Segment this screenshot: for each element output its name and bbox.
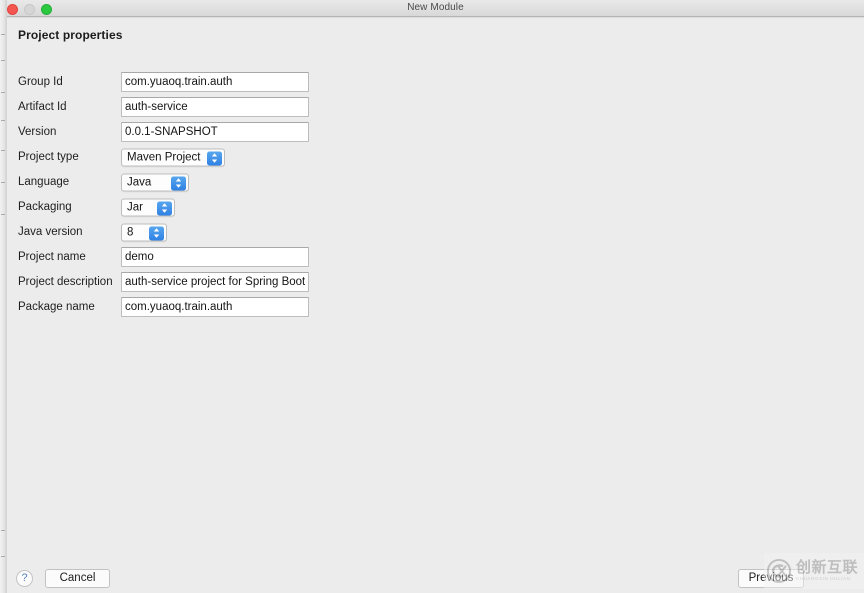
form-row-project-name: Project name bbox=[7, 244, 864, 269]
cancel-button[interactable]: Cancel bbox=[45, 569, 110, 588]
form-row-package-name: Package name bbox=[7, 294, 864, 319]
field-wrap-project-description bbox=[121, 271, 309, 292]
form-row-artifact-id: Artifact Id bbox=[7, 94, 864, 119]
label-package-name: Package name bbox=[18, 300, 95, 313]
label-project-type: Project type bbox=[18, 150, 79, 163]
field-wrap-package-name bbox=[121, 296, 309, 317]
form-row-group-id: Group Id bbox=[7, 69, 864, 94]
screenshot-root: New Module Project properties Group Id A… bbox=[0, 0, 864, 593]
group-id-input[interactable] bbox=[121, 71, 309, 92]
form-row-packaging: Packaging Jar bbox=[7, 194, 864, 219]
page-title: Project properties bbox=[18, 28, 123, 42]
chevron-updown-icon bbox=[149, 226, 164, 240]
label-project-description: Project description bbox=[18, 275, 113, 288]
form-row-language: Language Java bbox=[7, 169, 864, 194]
form-row-version: Version bbox=[7, 119, 864, 144]
previous-button[interactable]: Previous bbox=[738, 569, 804, 588]
dialog-footer: ? Cancel Previous bbox=[7, 555, 864, 593]
field-wrap-packaging: Jar bbox=[121, 197, 175, 216]
field-wrap-group-id bbox=[121, 71, 309, 92]
field-wrap-project-type: Maven Project bbox=[121, 147, 225, 166]
label-version: Version bbox=[18, 125, 57, 138]
package-name-input[interactable] bbox=[121, 296, 309, 317]
label-language: Language bbox=[18, 175, 70, 188]
language-select[interactable]: Java bbox=[121, 173, 189, 191]
field-wrap-project-name bbox=[121, 246, 309, 267]
version-input[interactable] bbox=[121, 121, 309, 142]
project-description-input[interactable] bbox=[121, 271, 309, 292]
new-module-dialog: New Module Project properties Group Id A… bbox=[7, 0, 864, 593]
form-row-java-version: Java version 8 bbox=[7, 219, 864, 244]
chevron-updown-icon bbox=[171, 176, 186, 190]
packaging-value: Jar bbox=[127, 201, 143, 213]
field-wrap-java-version: 8 bbox=[121, 222, 167, 241]
window-title: New Module bbox=[407, 2, 464, 13]
language-value: Java bbox=[127, 176, 152, 188]
label-packaging: Packaging bbox=[18, 200, 72, 213]
packaging-select[interactable]: Jar bbox=[121, 198, 175, 216]
field-wrap-version bbox=[121, 121, 309, 142]
chevron-updown-icon bbox=[157, 201, 172, 215]
project-type-value: Maven Project bbox=[127, 151, 201, 163]
help-icon[interactable]: ? bbox=[16, 570, 33, 587]
java-version-select[interactable]: 8 bbox=[121, 223, 167, 241]
chevron-updown-icon bbox=[207, 151, 222, 165]
label-group-id: Group Id bbox=[18, 75, 63, 88]
label-artifact-id: Artifact Id bbox=[18, 100, 67, 113]
dialog-content: Project properties Group Id Artifact Id bbox=[7, 17, 864, 593]
form-row-project-type: Project type Maven Project bbox=[7, 144, 864, 169]
java-version-value: 8 bbox=[127, 226, 134, 238]
field-wrap-artifact-id bbox=[121, 96, 309, 117]
artifact-id-input[interactable] bbox=[121, 96, 309, 117]
window-titlebar[interactable]: New Module bbox=[7, 0, 864, 17]
project-name-input[interactable] bbox=[121, 246, 309, 267]
project-properties-form: Group Id Artifact Id Version bbox=[7, 69, 864, 319]
background-window-edge bbox=[0, 0, 7, 593]
field-wrap-language: Java bbox=[121, 172, 189, 191]
project-type-select[interactable]: Maven Project bbox=[121, 148, 225, 166]
label-project-name: Project name bbox=[18, 250, 86, 263]
form-row-project-description: Project description bbox=[7, 269, 864, 294]
label-java-version: Java version bbox=[18, 225, 83, 238]
